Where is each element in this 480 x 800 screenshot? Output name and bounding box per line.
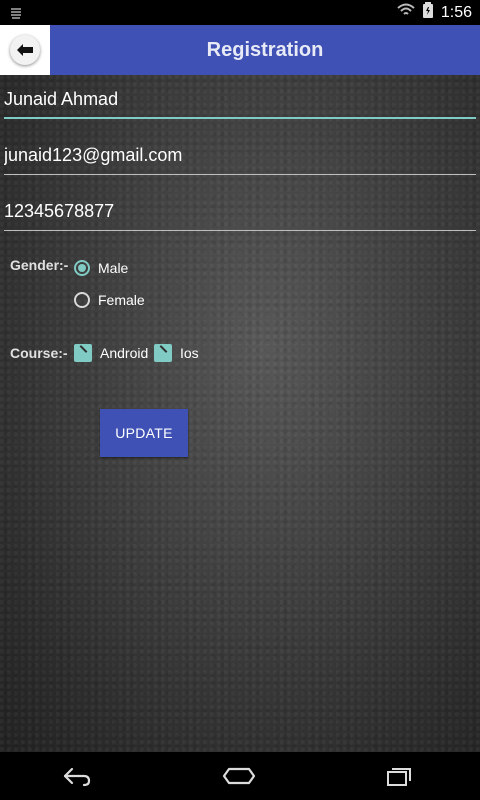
gender-option-male[interactable]: Male xyxy=(74,260,128,276)
phone-field-wrapper xyxy=(4,195,476,231)
page-title: Registration xyxy=(206,39,324,61)
course-label: Course:- xyxy=(10,345,68,361)
phone-field[interactable] xyxy=(4,195,476,227)
back-button[interactable] xyxy=(10,35,40,65)
nav-recents-icon[interactable] xyxy=(384,765,414,792)
name-field[interactable] xyxy=(4,83,476,115)
course-option-android[interactable]: Android xyxy=(74,344,148,362)
ios-label: Ios xyxy=(180,345,199,361)
battery-icon xyxy=(422,2,433,23)
app-bar: Registration xyxy=(0,25,480,75)
phone-underline xyxy=(4,230,476,231)
female-label: Female xyxy=(98,292,145,308)
email-field-wrapper xyxy=(4,139,476,175)
status-time: 1:56 xyxy=(440,3,472,21)
name-field-wrapper xyxy=(4,83,476,119)
course-option-ios[interactable]: Ios xyxy=(154,344,199,362)
ios-checkbox[interactable] xyxy=(154,344,172,362)
gender-option-female[interactable]: Female xyxy=(74,292,145,308)
email-underline xyxy=(4,174,476,175)
name-underline xyxy=(4,117,476,119)
email-field[interactable] xyxy=(4,139,476,171)
arrow-left-icon xyxy=(17,44,33,56)
navigation-bar xyxy=(0,752,480,800)
female-radio[interactable] xyxy=(74,292,90,308)
notification-icon xyxy=(10,6,22,19)
wifi-icon xyxy=(397,3,415,22)
main-content: Gender:- Male Female Course:- Android Io… xyxy=(0,75,480,752)
status-right: 1:56 xyxy=(397,2,472,23)
android-label: Android xyxy=(100,345,149,361)
nav-back-icon[interactable] xyxy=(62,765,92,792)
update-button[interactable]: UPDATE xyxy=(100,409,188,457)
back-button-container xyxy=(0,25,50,75)
gender-label: Gender:- xyxy=(10,257,69,273)
nav-home-icon[interactable] xyxy=(221,765,257,792)
male-radio[interactable] xyxy=(74,260,90,276)
android-checkbox[interactable] xyxy=(74,344,92,362)
status-bar: 1:56 xyxy=(0,0,480,25)
male-label: Male xyxy=(98,260,129,276)
